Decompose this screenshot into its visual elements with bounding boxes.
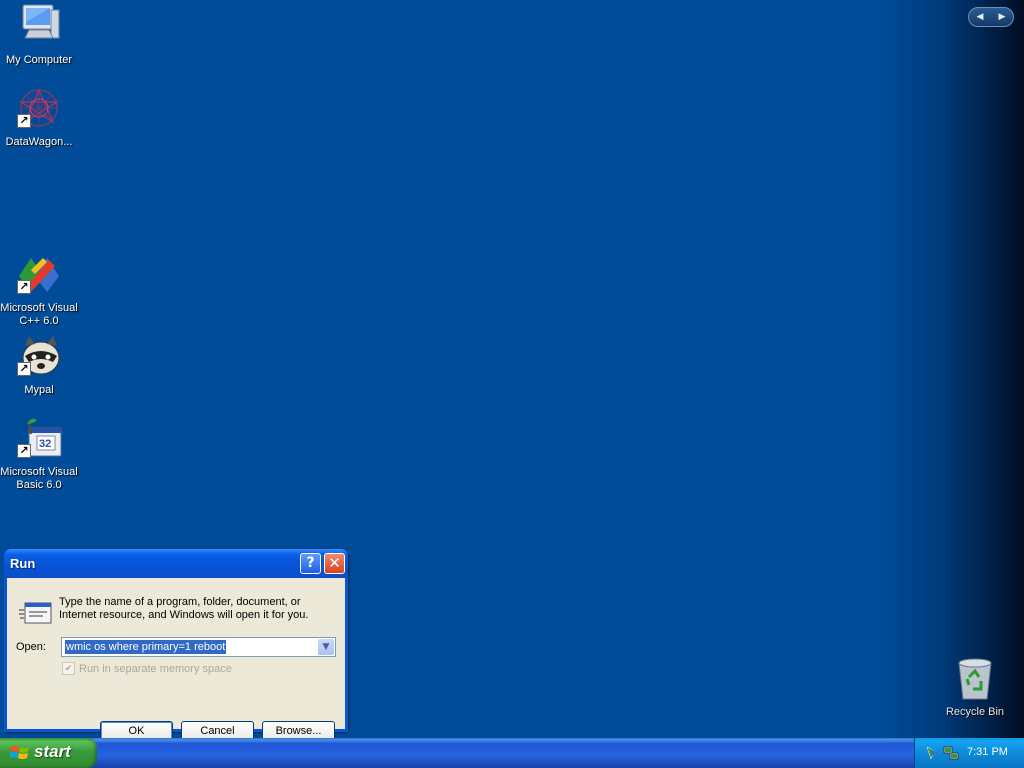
start-button[interactable]: start xyxy=(0,738,97,768)
run-dialog-body: Type the name of a program, folder, docu… xyxy=(7,578,345,742)
recycle-bin-label: Recycle Bin xyxy=(945,706,1005,718)
shortcut-arrow-icon: ↗ xyxy=(17,114,31,128)
system-tray: 7:31 PM xyxy=(914,738,1024,768)
my-computer-icon xyxy=(15,2,63,50)
visual-cpp-icon: ↗ xyxy=(15,250,63,298)
separate-memory-checkbox[interactable]: ✔ Run in separate memory space xyxy=(62,662,232,675)
help-button[interactable]: ? xyxy=(300,553,321,574)
windows-logo-icon xyxy=(10,746,29,759)
shortcut-arrow-icon: ↗ xyxy=(17,444,31,458)
open-combobox[interactable]: wmic os where primary=1 reboot ▼ xyxy=(61,637,336,657)
checkbox-checkmark-icon: ✔ xyxy=(62,662,75,675)
next-arrow-icon[interactable]: ▶ xyxy=(999,12,1006,22)
svg-text:32: 32 xyxy=(39,438,51,450)
open-label: Open: xyxy=(16,641,46,653)
desktop-icon-label: Microsoft Visual C++ 6.0 xyxy=(0,302,78,327)
close-button[interactable]: ✕ xyxy=(324,553,345,574)
recycle-bin-icon xyxy=(958,658,992,700)
shortcut-arrow-icon: ↗ xyxy=(17,362,31,376)
run-dialog-description: Type the name of a program, folder, docu… xyxy=(59,596,309,621)
desktop-icon-label: Microsoft Visual Basic 6.0 xyxy=(0,466,78,491)
run-dialog: Run ? ✕ Type the name of a program, fold… xyxy=(4,549,348,742)
desktop-icon-label: Mypal xyxy=(24,384,54,396)
start-label: start xyxy=(34,742,71,761)
desktop-icon-label: My Computer xyxy=(5,54,73,66)
taskbar-clock[interactable]: 7:31 PM xyxy=(967,746,1008,758)
shield-tray-icon[interactable] xyxy=(925,745,941,761)
checkbox-label: Run in separate memory space xyxy=(79,662,232,675)
run-dialog-title-bar[interactable]: Run ? ✕ xyxy=(4,549,348,578)
desktop-icon-mypal[interactable]: ↗ Mypal xyxy=(0,332,79,397)
datawagon-icon: ↗ xyxy=(15,84,63,132)
previous-arrow-icon[interactable]: ◀ xyxy=(977,12,984,22)
mypal-raccoon-icon: ↗ xyxy=(15,332,63,380)
taskbar: start 7:31 PM xyxy=(0,738,1024,768)
network-tray-icon[interactable] xyxy=(943,745,959,761)
desktop-icon-visual-cpp[interactable]: ↗ Microsoft Visual C++ 6.0 xyxy=(0,250,79,328)
desktop-icon-my-computer[interactable]: My Computer xyxy=(0,2,79,67)
desktop-icon-visual-basic[interactable]: 32 ↗ Microsoft Visual Basic 6.0 xyxy=(0,414,79,492)
visual-basic-icon: 32 ↗ xyxy=(15,414,63,462)
run-dialog-title: Run xyxy=(10,556,36,571)
desktop-nav-pill[interactable]: ◀ ▶ xyxy=(968,7,1014,27)
desktop-icon-recycle-bin[interactable]: Recycle Bin xyxy=(937,655,1013,718)
run-program-icon xyxy=(19,600,53,629)
desktop-icon-datawagon[interactable]: ↗ DataWagon... xyxy=(0,84,79,149)
shortcut-arrow-icon: ↗ xyxy=(17,280,31,294)
open-input[interactable]: wmic os where primary=1 reboot xyxy=(65,640,227,654)
dropdown-arrow-icon[interactable]: ▼ xyxy=(318,639,334,655)
desktop-icon-label: DataWagon... xyxy=(5,136,73,148)
